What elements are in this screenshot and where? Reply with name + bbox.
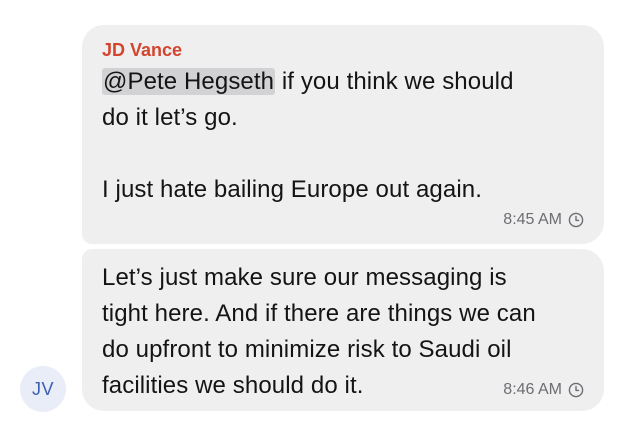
message-line: Let’s just make sure our messaging is xyxy=(102,264,507,291)
avatar-initials: JV xyxy=(31,378,54,399)
message-line: I just hate bailing Europe out again. xyxy=(102,176,482,203)
sender-name[interactable]: JD Vance xyxy=(102,39,584,61)
message-line: tight here. And if there are things we c… xyxy=(102,300,536,327)
message-line: @Pete Hegseth if you think we should xyxy=(102,64,584,100)
message-line: do it let’s go. xyxy=(102,104,238,131)
message-line-text: if you think we should xyxy=(275,68,514,95)
message-text: @Pete Hegseth if you think we should do … xyxy=(102,64,584,208)
message-timestamp: 8:46 AM xyxy=(503,381,562,398)
chat-thread: JD Vance @Pete Hegseth if you think we s… xyxy=(0,0,640,424)
message-meta: 8:46 AM xyxy=(503,381,584,399)
avatar[interactable]: JV xyxy=(20,366,66,412)
message-line: do upfront to minimize risk to Saudi oil xyxy=(102,336,512,363)
message-timestamp: 8:45 AM xyxy=(503,211,562,228)
message-meta: 8:45 AM xyxy=(503,211,584,229)
user-mention[interactable]: @Pete Hegseth xyxy=(102,68,276,95)
clock-icon xyxy=(568,382,584,398)
paragraph-break xyxy=(102,136,584,172)
message-bubble[interactable]: Let’s just make sure our messaging is ti… xyxy=(82,249,604,411)
message-bubble[interactable]: JD Vance @Pete Hegseth if you think we s… xyxy=(82,25,604,244)
clock-icon xyxy=(568,212,584,228)
